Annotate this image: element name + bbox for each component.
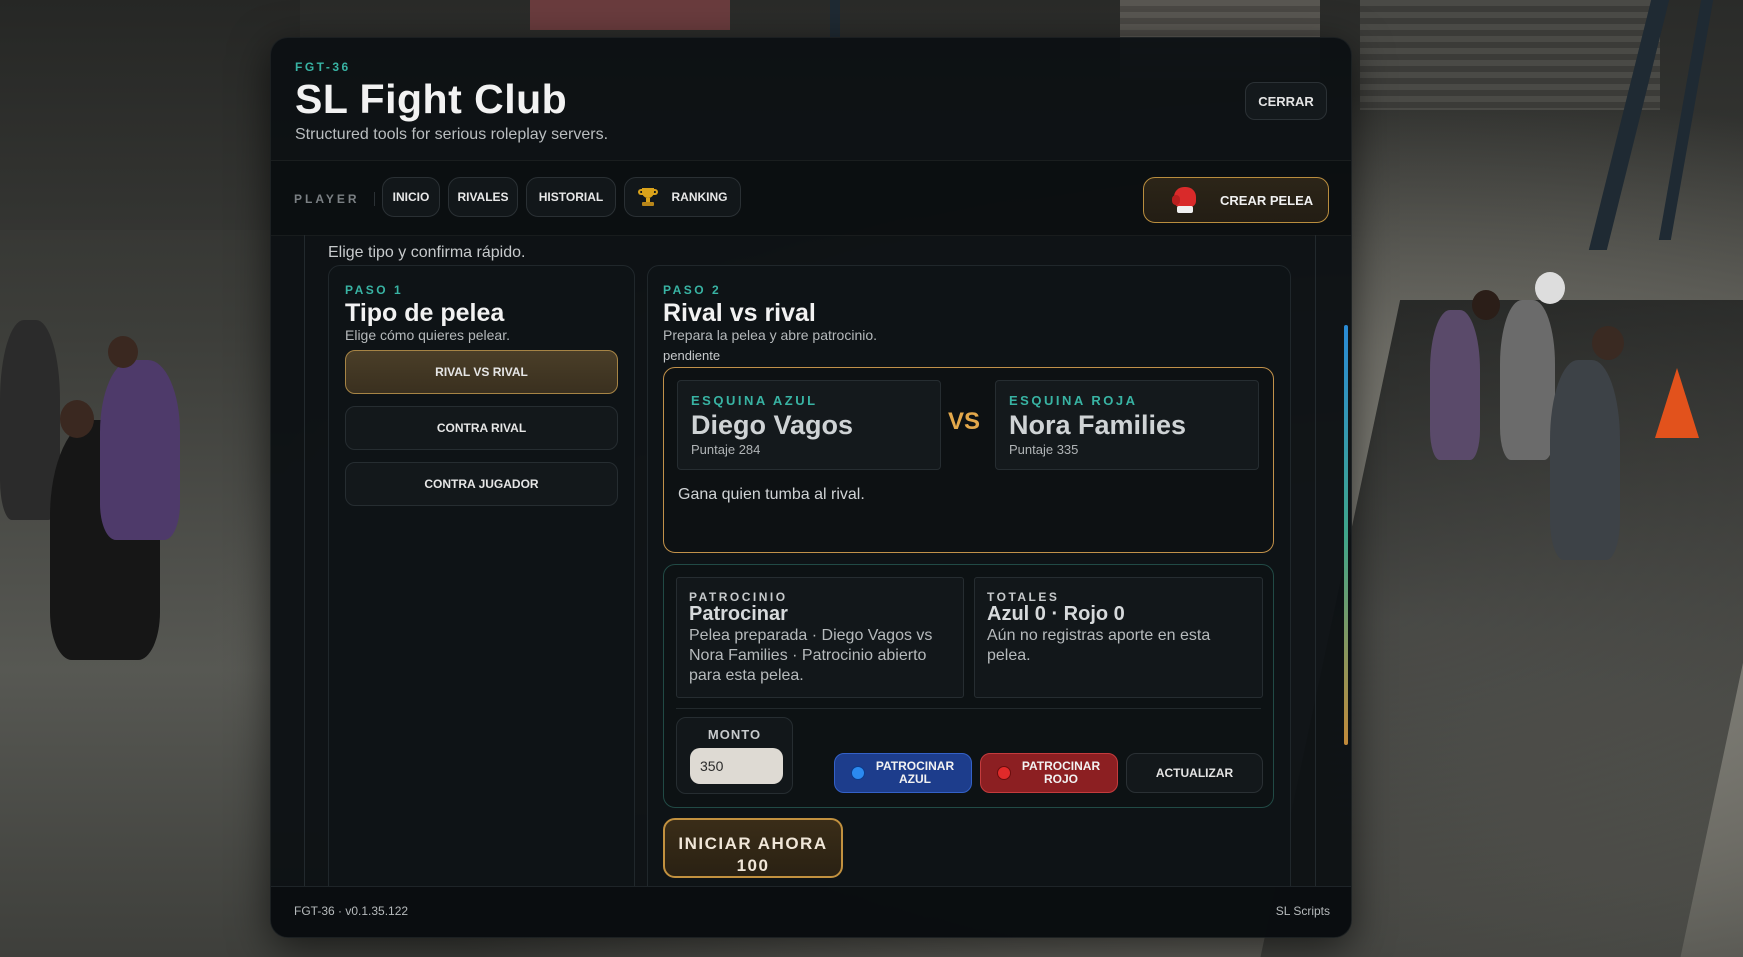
tab-label: RANKING bbox=[671, 190, 728, 204]
tab-label: HISTORIAL bbox=[538, 190, 604, 204]
fight-type-card: PASO 1 Tipo de pelea Elige cómo quieres … bbox=[328, 265, 635, 886]
sponsor-red-button[interactable]: PATROCINAR ROJO bbox=[980, 753, 1118, 793]
step-kicker: PASO 1 bbox=[345, 283, 404, 297]
vs-label: VS bbox=[947, 408, 980, 435]
fight-status: pendiente bbox=[663, 348, 721, 363]
sponsorship-body: Pelea preparada · Diego Vagos vs Nora Fa… bbox=[689, 627, 933, 684]
tab-inicio[interactable]: INICIO bbox=[382, 177, 440, 217]
app-title: SL Fight Club bbox=[295, 76, 568, 122]
tab-label: RIVALES bbox=[457, 190, 509, 204]
tab-rivales[interactable]: RIVALES bbox=[448, 177, 518, 217]
corner-name: Diego Vagos bbox=[691, 410, 854, 440]
corner-kicker: ESQUINA ROJA bbox=[1009, 393, 1138, 408]
blue-dot-icon bbox=[851, 766, 865, 780]
sponsor-blue-button[interactable]: PATROCINAR AZUL bbox=[834, 753, 972, 793]
nav-bar: PLAYER INICIO RIVALES HISTORIAL RANKING … bbox=[271, 160, 1351, 236]
corner-kicker: ESQUINA AZUL bbox=[691, 393, 818, 408]
refresh-button[interactable]: ACTUALIZAR bbox=[1126, 753, 1263, 793]
app-header: FGT-36 SL Fight Club Structured tools fo… bbox=[271, 38, 1351, 160]
app-subtitle: Structured tools for serious roleplay se… bbox=[295, 126, 609, 143]
totals-card: TOTALES Azul 0 · Rojo 0 Aún no registras… bbox=[974, 577, 1263, 698]
fight-club-window: FGT-36 SL Fight Club Structured tools fo… bbox=[270, 37, 1352, 938]
start-label: INICIAR AHORA bbox=[678, 834, 828, 853]
amount-field: MONTO bbox=[676, 717, 793, 794]
corner-score: Puntaje 284 bbox=[691, 442, 761, 457]
start-amount: 100 bbox=[736, 856, 770, 875]
tab-historial[interactable]: HISTORIAL bbox=[526, 177, 616, 217]
tab-label: INICIO bbox=[392, 190, 430, 204]
sponsor-blue-label: PATROCINAR AZUL bbox=[875, 759, 955, 786]
step-description: Elige cómo quieres pelear. bbox=[345, 327, 510, 343]
scrollbar-thumb[interactable] bbox=[1344, 325, 1348, 745]
create-fight-label: CREAR PELEA bbox=[1220, 192, 1314, 208]
sponsorship-title: Patrocinar bbox=[689, 603, 788, 625]
fight-rule: Gana quien tumba al rival. bbox=[678, 486, 865, 503]
sponsorship-kicker: PATROCINIO bbox=[689, 590, 788, 604]
content-area[interactable]: Elige tipo y confirma rápido. PASO 1 Tip… bbox=[271, 235, 1351, 886]
hint-text: Elige tipo y confirma rápido. bbox=[328, 244, 526, 261]
start-now-button[interactable]: INICIAR AHORA 100 bbox=[663, 818, 843, 878]
amount-label: MONTO bbox=[707, 727, 762, 742]
step-kicker: PASO 2 bbox=[663, 283, 722, 297]
corner-score: Puntaje 335 bbox=[1009, 442, 1079, 457]
role-label: PLAYER bbox=[294, 192, 375, 206]
close-button[interactable]: CERRAR bbox=[1245, 82, 1327, 120]
corner-name: Nora Families bbox=[1009, 410, 1187, 440]
sponsorship-info-card: PATROCINIO Patrocinar Pelea preparada · … bbox=[676, 577, 964, 698]
footer: FGT-36 · v0.1.35.122 SL Scripts bbox=[271, 886, 1351, 937]
totals-kicker: TOTALES bbox=[987, 590, 1060, 604]
step-title: Rival vs rival bbox=[663, 299, 816, 327]
red-dot-icon bbox=[997, 766, 1011, 780]
app-code: FGT-36 bbox=[295, 60, 351, 74]
totals-body: Aún no registras aporte en esta pelea. bbox=[987, 627, 1211, 664]
sponsorship-panel: PATROCINIO Patrocinar Pelea preparada · … bbox=[663, 564, 1274, 808]
blue-corner-card: ESQUINA AZUL Diego Vagos Puntaje 284 bbox=[677, 380, 941, 470]
rival-card: PASO 2 Rival vs rival Prepara la pelea y… bbox=[647, 265, 1291, 886]
amount-input[interactable] bbox=[690, 748, 783, 784]
matchup-panel: ESQUINA AZUL Diego Vagos Puntaje 284 VS … bbox=[663, 367, 1274, 553]
option-rival-vs-rival[interactable]: RIVAL VS RIVAL bbox=[345, 350, 618, 394]
step-title: Tipo de pelea bbox=[345, 299, 505, 327]
step-description: Prepara la pelea y abre patrocinio. bbox=[663, 327, 878, 343]
create-fight-button[interactable]: CREAR PELEA bbox=[1143, 177, 1329, 223]
totals-title: Azul 0 · Rojo 0 bbox=[987, 603, 1125, 625]
version-label: FGT-36 · v0.1.35.122 bbox=[294, 904, 409, 918]
tab-ranking[interactable]: RANKING bbox=[624, 177, 741, 217]
sponsor-red-label: PATROCINAR ROJO bbox=[1021, 759, 1101, 786]
red-corner-card: ESQUINA ROJA Nora Families Puntaje 335 bbox=[995, 380, 1259, 470]
option-contra-jugador[interactable]: CONTRA JUGADOR bbox=[345, 462, 618, 506]
divider bbox=[676, 708, 1261, 709]
brand-label: SL Scripts bbox=[1275, 904, 1330, 918]
option-contra-rival[interactable]: CONTRA RIVAL bbox=[345, 406, 618, 450]
boxing-glove-icon bbox=[1172, 187, 1198, 213]
trophy-icon bbox=[637, 187, 658, 207]
